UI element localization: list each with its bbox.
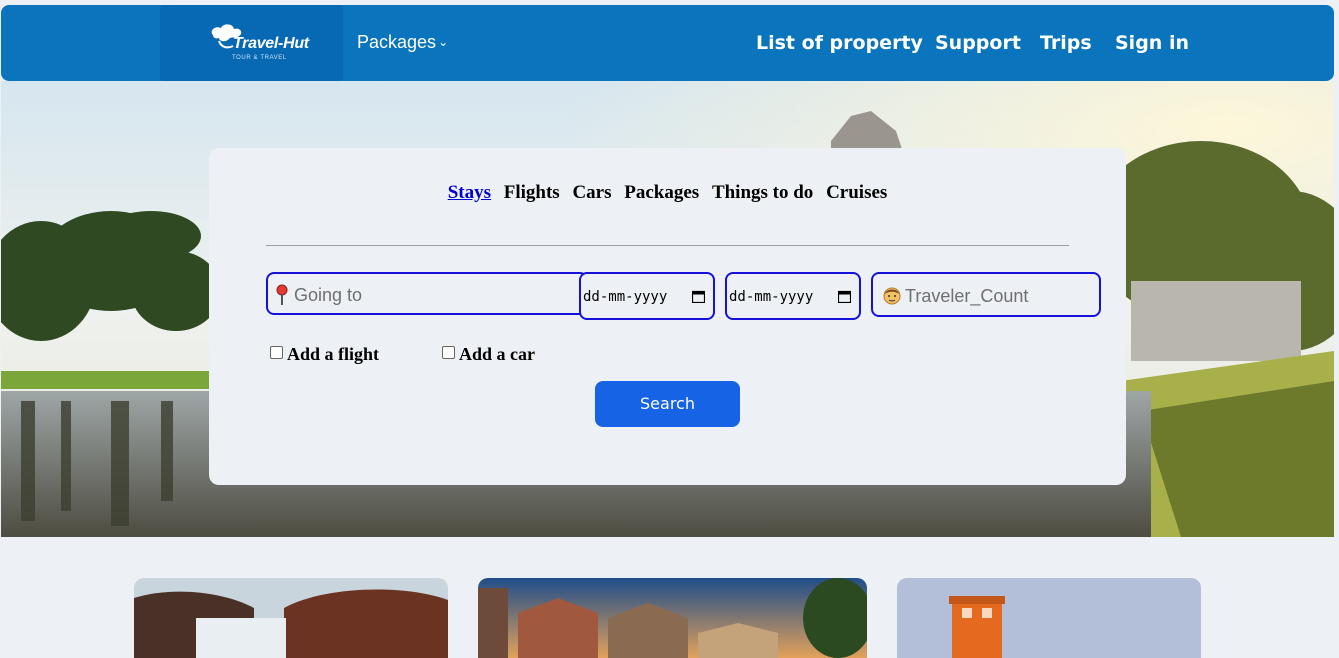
calendar-icon[interactable] xyxy=(838,290,851,303)
traveler-count-input[interactable]: Traveler_Count xyxy=(871,272,1101,317)
tab-flights[interactable]: Flights xyxy=(504,182,560,203)
going-to-input[interactable]: Going to xyxy=(266,272,588,315)
packages-dropdown[interactable]: Packages ⌄ xyxy=(357,32,448,53)
search-button[interactable]: Search xyxy=(595,381,740,427)
search-tabs: Stays Flights Cars Packages Things to do… xyxy=(209,182,1126,204)
tabs-divider xyxy=(266,245,1069,246)
add-car-label: Add a car xyxy=(459,344,535,364)
nav-list-of-property[interactable]: List of property xyxy=(756,32,923,54)
tab-cruises[interactable]: Cruises xyxy=(826,182,887,203)
destination-card-village[interactable] xyxy=(478,578,867,658)
logo-text: Travel-Hut xyxy=(233,35,309,52)
add-flight-checkbox[interactable]: Add a flight xyxy=(270,344,379,365)
nav-trips[interactable]: Trips xyxy=(1040,32,1092,54)
tab-stays[interactable]: Stays xyxy=(448,182,491,203)
person-face-icon xyxy=(883,287,901,305)
checkin-date-placeholder: dd-mm-yyyy xyxy=(583,289,668,305)
checkbox-icon[interactable] xyxy=(442,346,455,359)
top-navbar: Travel-Hut TOUR & TRAVEL Packages ⌄ List … xyxy=(1,5,1334,81)
calendar-icon[interactable] xyxy=(692,290,705,303)
checkin-date-input[interactable]: dd-mm-yyyy xyxy=(579,272,715,320)
destination-card-waterfall[interactable] xyxy=(134,578,448,658)
checkbox-icon[interactable] xyxy=(270,346,283,359)
village-image xyxy=(478,578,867,658)
logo[interactable]: Travel-Hut TOUR & TRAVEL xyxy=(160,5,343,81)
add-flight-label: Add a flight xyxy=(287,344,380,364)
tab-cars[interactable]: Cars xyxy=(572,182,611,203)
checkout-date-placeholder: dd-mm-yyyy xyxy=(729,289,814,305)
destination-card-lighthouse[interactable] xyxy=(897,578,1201,658)
nav-sign-in[interactable]: Sign in xyxy=(1115,32,1189,54)
going-to-placeholder: Going to xyxy=(294,285,363,305)
nav-support[interactable]: Support xyxy=(935,32,1021,54)
waterfall-image xyxy=(134,578,448,658)
add-car-checkbox[interactable]: Add a car xyxy=(442,344,535,365)
traveler-count-placeholder: Traveler_Count xyxy=(905,286,1029,306)
packages-label: Packages xyxy=(357,32,437,52)
chevron-down-icon: ⌄ xyxy=(438,35,449,49)
tab-packages[interactable]: Packages xyxy=(624,182,699,203)
checkout-date-input[interactable]: dd-mm-yyyy xyxy=(725,272,861,320)
tab-things-to-do[interactable]: Things to do xyxy=(712,182,813,203)
lighthouse-image xyxy=(897,578,1201,658)
map-pin-icon xyxy=(276,284,288,305)
logo-tagline: TOUR & TRAVEL xyxy=(232,55,287,61)
search-card: Stays Flights Cars Packages Things to do… xyxy=(209,148,1126,485)
